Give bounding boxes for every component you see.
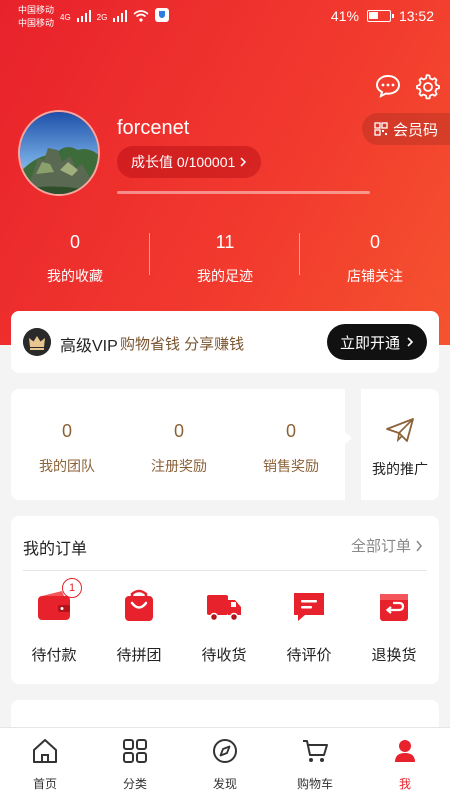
tab-label: 购物车 [296,777,333,791]
settings-gear-icon[interactable] [413,72,441,100]
clock: 13:52 [398,8,434,24]
signal-icons: 4G 2G [60,8,170,22]
battery-icon [366,10,394,22]
growth-progress-bar [117,191,370,194]
vip-activate-label: 立即开通 [339,334,400,352]
vip-slogan: 购物省钱 分享赚钱 [120,336,245,353]
avatar-landscape-image [20,112,98,194]
tab-categories[interactable]: 分类 [90,736,180,792]
battery-percent: 41% [330,8,359,24]
carrier-2: 中国移动 [18,18,55,28]
truck-icon [207,595,241,622]
cart-icon [303,740,328,762]
divider-notch [345,432,352,444]
order-pending-payment[interactable]: 1 待付款 [11,578,97,665]
my-orders-card: 我的订单 全部订单 1 待付款 待拼团 待收货 待评价 退换货 [11,516,439,684]
stat-label: 我的收藏 [47,268,103,284]
signal-icon [76,10,91,22]
stat-label: 我的足迹 [197,268,253,284]
all-orders-label: 全部订单 [350,538,411,555]
team-rewards-card: 0 我的团队 0 注册奖励 0 销售奖励 我的推广 [11,389,439,500]
growth-value-label: 成长值 0/100001 [131,154,236,170]
qr-code-icon [374,122,388,136]
shopping-bag-icon [125,589,153,621]
wifi-icon [133,10,149,22]
vip-card: 高级VIP 购物省钱 分享赚钱 立即开通 [11,311,439,373]
tab-cart[interactable]: 购物车 [270,736,360,792]
avatar[interactable] [18,110,100,196]
register-reward-item[interactable]: 0 注册奖励 [123,421,235,476]
team-value: 0 [173,421,184,441]
home-icon [33,739,57,763]
member-code-button[interactable]: 会员码 [362,113,450,145]
stat-value: 11 [215,232,235,252]
carrier-labels: 中国移动 中国移动 [18,4,54,30]
team-value: 0 [285,421,296,441]
team-value: 0 [61,421,72,441]
sales-reward-item[interactable]: 0 销售奖励 [235,421,347,476]
orders-title: 我的订单 [23,541,88,558]
divider [23,570,427,571]
promotion-label: 我的推广 [372,461,428,477]
tab-label: 首页 [32,777,57,791]
order-label: 待拼团 [116,647,162,664]
tab-label: 我 [398,777,411,791]
message-icon[interactable] [374,72,402,100]
bottom-tab-bar: 首页 分类 发现 购物车 我 [0,727,450,800]
team-label: 我的团队 [39,458,95,474]
status-bar: 中国移动 中国移动 4G 2G 41% 13:52 [0,0,450,34]
order-label: 退换货 [371,647,417,664]
chevron-right-icon [407,337,414,347]
signal-icon-2 [113,10,128,22]
tab-home[interactable]: 首页 [0,736,90,792]
order-pending-receipt[interactable]: 待收货 [181,588,267,665]
order-return-exchange[interactable]: 退换货 [351,588,437,665]
tab-label: 发现 [212,777,237,791]
stat-favorites[interactable]: 0 我的收藏 [0,230,150,286]
order-pending-review[interactable]: 待评价 [266,588,352,665]
grid-icon [123,739,147,763]
compass-icon [213,739,237,763]
return-icon [380,594,408,621]
tab-discover[interactable]: 发现 [180,736,270,792]
chevron-right-icon [416,540,422,551]
order-label: 待评价 [286,647,332,664]
unpaid-count-badge: 1 [62,578,82,598]
growth-value-button[interactable]: 成长值 0/100001 [117,146,262,178]
order-pending-group[interactable]: 待拼团 [96,588,182,665]
username: forcenet [117,117,190,139]
my-team-item[interactable]: 0 我的团队 [11,421,123,476]
security-shield-icon [155,8,170,22]
stat-value: 0 [369,232,380,252]
vip-activate-button[interactable]: 立即开通 [327,324,427,360]
comment-icon [294,593,324,621]
paper-plane-icon [386,418,414,443]
chevron-right-icon [240,157,247,167]
order-label: 待收货 [201,647,247,664]
my-promotion-button[interactable]: 我的推广 [361,389,439,500]
member-code-label: 会员码 [393,121,439,139]
tab-label: 分类 [122,777,147,791]
all-orders-link[interactable]: 全部订单 [351,535,423,556]
vip-title: 高级VIP [60,338,118,355]
stat-followed-shops[interactable]: 0 店铺关注 [300,230,450,286]
divider [345,389,361,500]
user-icon [395,740,415,762]
team-label: 销售奖励 [263,458,319,474]
stat-footprints[interactable]: 11 我的足迹 [150,230,300,286]
order-label: 待付款 [31,647,77,664]
tab-me[interactable]: 我 [360,736,450,792]
network-type-2: 2G [96,13,108,22]
network-type-1: 4G [60,13,71,22]
team-label: 注册奖励 [151,458,207,474]
stat-label: 店铺关注 [347,268,403,284]
carrier-1: 中国移动 [18,5,55,15]
crown-icon [23,328,51,356]
stat-value: 0 [69,232,80,252]
